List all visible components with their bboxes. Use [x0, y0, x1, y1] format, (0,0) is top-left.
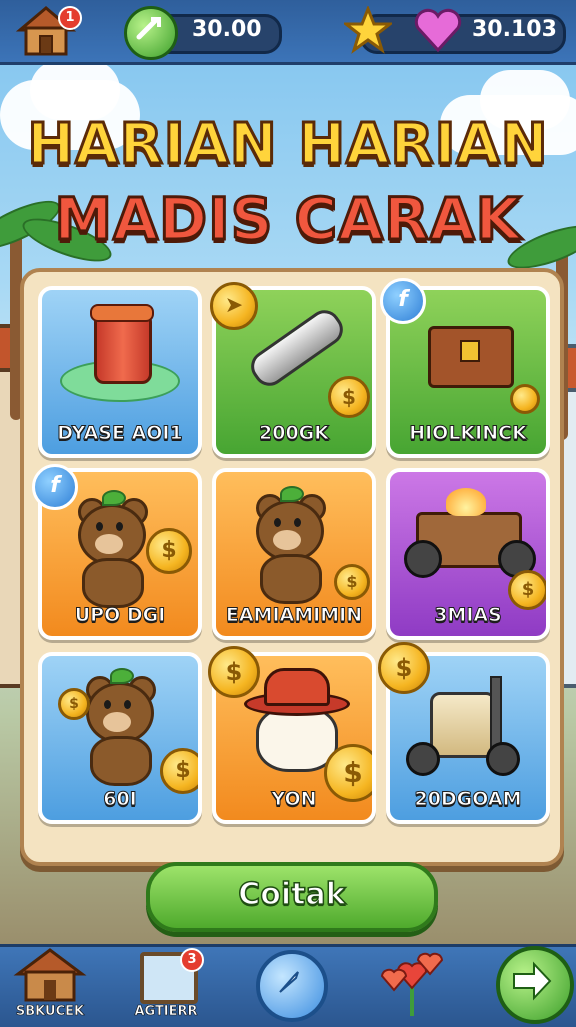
next-button[interactable] — [496, 946, 574, 1024]
currency-1-value: 30.00 — [192, 17, 262, 42]
flame-icon — [446, 488, 486, 516]
reward-label: 200GK — [259, 422, 330, 445]
wheel-icon — [406, 742, 440, 776]
coin-icon — [510, 384, 540, 414]
flowers-icon[interactable] — [376, 946, 448, 1020]
reward-label: 20DGOAM — [414, 788, 522, 811]
handle — [490, 676, 502, 750]
title-line-1: HARIAN HARIAN — [26, 111, 549, 179]
green-gem-icon — [124, 6, 178, 60]
jar-lid — [90, 304, 154, 322]
coin-icon: $ — [378, 642, 430, 694]
nav-item-label: AGTIERR — [134, 1004, 198, 1020]
cabin-icon — [13, 948, 87, 1002]
wheel-icon — [404, 540, 442, 578]
notification-badge: 3 — [180, 948, 204, 972]
reward-label: UPO DGI — [74, 604, 166, 627]
reward-card[interactable]: DYASE AOI1 — [38, 286, 202, 458]
currency-2-value: 30.103 — [472, 17, 557, 42]
coin-icon: $ — [208, 646, 260, 698]
coin-icon: $ — [334, 564, 370, 600]
coin-icon: $ — [58, 688, 90, 720]
coin-icon: $ — [146, 528, 192, 574]
reward-label: DYASE AOI1 — [57, 422, 183, 445]
compass-button[interactable] — [256, 950, 328, 1022]
nav-item-gallery[interactable]: 3 AGTIERR — [126, 944, 206, 1024]
star-icon — [341, 4, 395, 58]
f-badge-icon: f — [380, 278, 426, 324]
wheel-icon — [486, 742, 520, 776]
coin-icon: $ — [328, 376, 370, 418]
reward-card[interactable]: $ $ 60I — [38, 652, 202, 824]
rewards-board: DYASE AOI1 $ 200GK ➤ HIOLKINCK f $ UPO D… — [20, 268, 564, 866]
title-line-2: MADIS CARAK — [53, 184, 522, 255]
hat-top — [264, 668, 330, 706]
cloud — [30, 60, 120, 120]
compass-icon — [279, 971, 299, 993]
reward-card[interactable]: $ EAMIAMIMIN — [212, 468, 376, 640]
reward-label: EAMIAMIMIN — [225, 604, 363, 627]
reward-label: 3MIAS — [434, 604, 503, 627]
arrow-coin-icon: ➤ — [210, 282, 258, 330]
f-badge-icon: f — [32, 464, 78, 510]
home-button[interactable]: 1 — [15, 4, 82, 58]
pipe-icon — [244, 304, 350, 392]
jar-machine-icon — [430, 692, 496, 758]
arrow-right-icon — [513, 961, 552, 1001]
reward-label: HIOLKINCK — [409, 422, 528, 445]
chest-lock — [460, 340, 480, 362]
reward-label: YON — [271, 788, 317, 811]
notification-badge: 1 — [58, 6, 82, 30]
jar-icon — [94, 312, 152, 384]
collect-button[interactable]: Coitak — [146, 862, 438, 932]
nav-item-label: SBKUCEK — [15, 1004, 85, 1020]
reward-card[interactable]: $ 3MIAS — [386, 468, 550, 640]
nav-item-shop[interactable]: SBKUCEK — [10, 944, 90, 1024]
reward-label: 60I — [103, 788, 138, 811]
heart-gem-icon — [412, 4, 464, 60]
